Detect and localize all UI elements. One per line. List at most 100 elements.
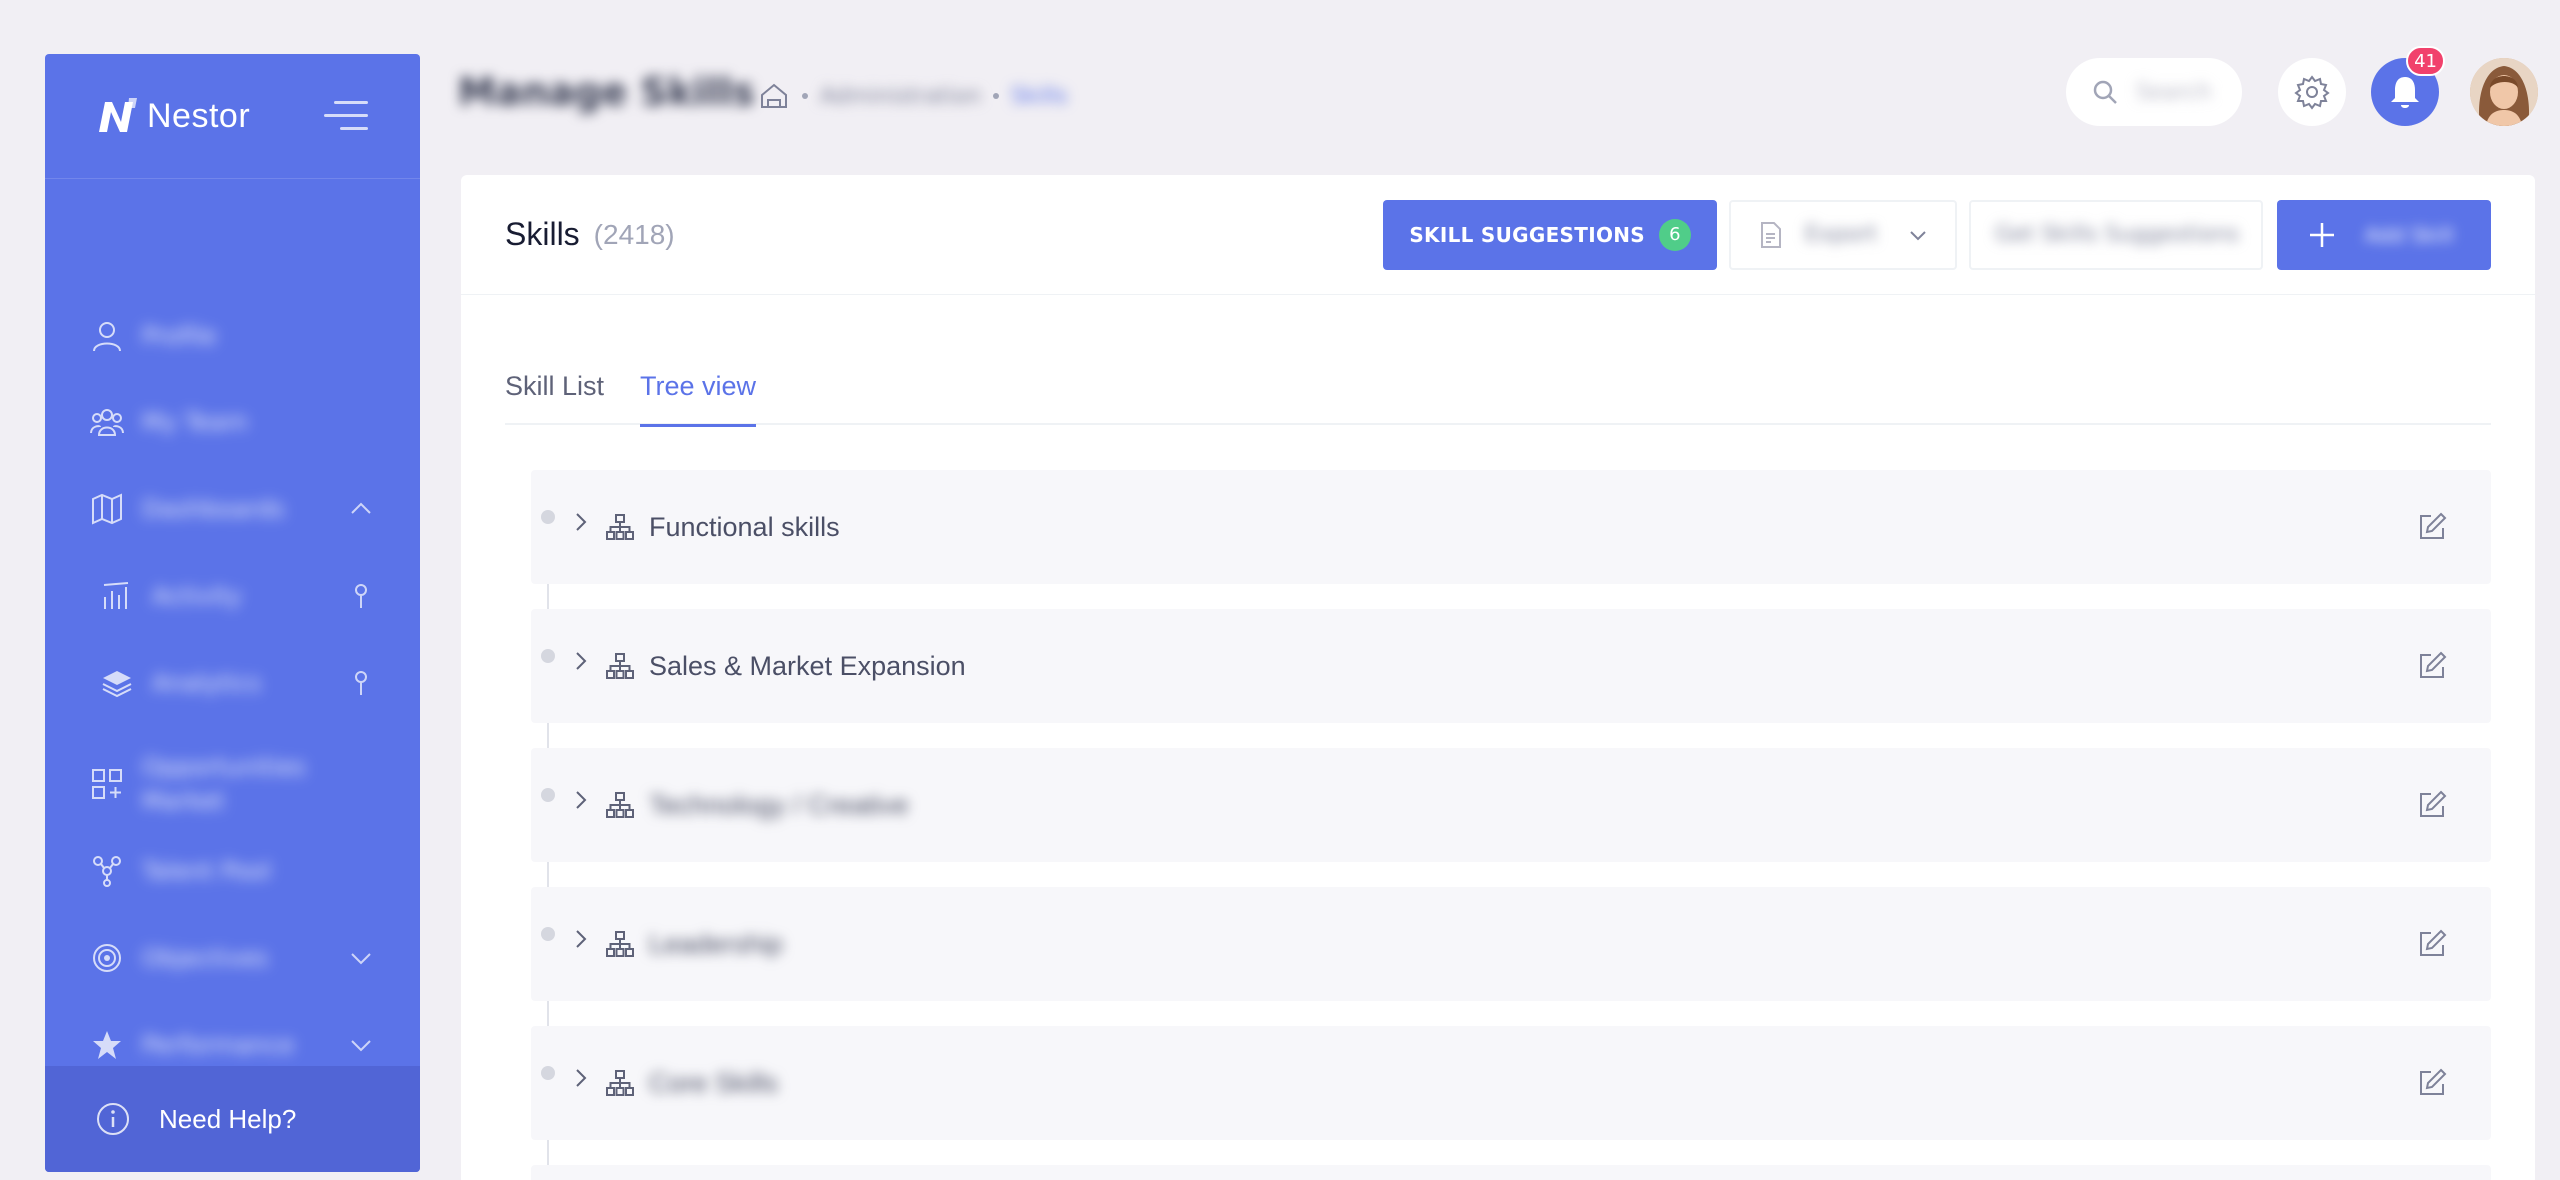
suggestions-count-badge: 6 <box>1659 218 1691 251</box>
chevron-right-icon[interactable] <box>569 927 593 951</box>
sidebar-item-label: Dashboards <box>142 495 285 523</box>
chevron-down-icon[interactable] <box>347 1031 375 1059</box>
tree-node-dot <box>541 1066 555 1080</box>
edit-icon[interactable] <box>2417 1068 2447 1098</box>
tree-node-partial[interactable] <box>531 1165 2491 1180</box>
edit-icon[interactable] <box>2417 929 2447 959</box>
skill-suggestions-label: SKILL SUGGESTIONS <box>1409 222 1645 247</box>
edit-icon[interactable] <box>2417 790 2447 820</box>
sidebar-item-my-team[interactable]: My Team <box>45 392 420 452</box>
pin-icon[interactable] <box>347 669 375 697</box>
tree-node[interactable]: Leadership <box>531 887 2491 1001</box>
breadcrumb-separator <box>802 93 808 99</box>
hierarchy-icon <box>606 514 634 540</box>
user-avatar-image <box>2470 58 2538 126</box>
skills-count: (2418) <box>593 218 675 250</box>
sidebar-item-label: Talent Pool <box>142 857 271 885</box>
tree-node-dot <box>541 927 555 941</box>
search-placeholder: Search <box>2136 79 2212 105</box>
gear-icon <box>2294 75 2330 110</box>
home-icon[interactable] <box>758 80 790 112</box>
sidebar-item-profile[interactable]: Profile <box>45 306 420 366</box>
breadcrumb-item[interactable]: Administration <box>820 84 981 109</box>
tree-node-label: Leadership <box>649 928 783 959</box>
sidebar-item-activity[interactable]: Activity <box>45 566 420 626</box>
notification-count-badge: 41 <box>2406 46 2445 76</box>
tree-node-dot <box>541 649 555 663</box>
map-icon <box>92 493 122 525</box>
apps-plus-icon <box>92 769 122 799</box>
layers-icon <box>102 671 132 698</box>
chevron-right-icon[interactable] <box>569 649 593 673</box>
tree-node-dot <box>541 788 555 802</box>
need-help-label: Need Help? <box>159 1103 297 1134</box>
sidebar-item-label: My Team <box>142 408 248 436</box>
pin-icon[interactable] <box>347 582 375 610</box>
search-button[interactable]: Search <box>2066 58 2242 126</box>
tree-node-label: Sales & Market Expansion <box>649 650 966 681</box>
export-dropdown[interactable]: Export <box>1729 199 1957 270</box>
file-export-icon <box>1761 221 1781 248</box>
bell-icon <box>2391 77 2419 108</box>
tab-tree-view[interactable]: Tree view <box>640 360 757 427</box>
hierarchy-icon <box>606 792 634 818</box>
chevron-right-icon[interactable] <box>569 1066 593 1090</box>
get-suggestions-button[interactable]: Get Skills Suggestions <box>1969 199 2263 270</box>
sidebar-item-label: Activity <box>152 582 242 610</box>
tree-node[interactable]: Functional skills <box>531 470 2491 584</box>
page-title: Manage Skills <box>458 70 755 114</box>
edit-icon[interactable] <box>2417 651 2447 681</box>
skill-suggestions-button[interactable]: SKILL SUGGESTIONS 6 <box>1383 199 1717 270</box>
sidebar: Nestor Profile My Team Dashboards Activi… <box>45 54 420 1172</box>
edit-icon[interactable] <box>2417 512 2447 542</box>
tree-node[interactable]: Sales & Market Expansion <box>531 609 2491 723</box>
tree-node-label: Functional skills <box>649 511 840 542</box>
hierarchy-icon <box>606 1070 634 1096</box>
tab-skill-list[interactable]: Skill List <box>505 360 604 425</box>
sidebar-item-label: Profile <box>142 322 217 350</box>
sidebar-item-analytics[interactable]: Analytics <box>45 653 420 713</box>
notifications-button[interactable]: 41 <box>2371 46 2445 126</box>
tree-node[interactable]: Core Skills <box>531 1026 2491 1140</box>
chevron-right-icon[interactable] <box>569 788 593 812</box>
settings-button[interactable] <box>2278 58 2346 126</box>
sidebar-item-talent-pool[interactable]: Talent Pool <box>45 841 420 901</box>
star-icon <box>93 1031 121 1059</box>
add-skill-button[interactable]: Add Skill <box>2277 199 2491 270</box>
brand-bar: Nestor <box>45 54 420 179</box>
card-title: Skills <box>505 216 580 252</box>
brand-name: Nestor <box>147 96 251 135</box>
network-icon <box>93 856 121 887</box>
tree-node-label: Technology / Creative <box>649 789 909 820</box>
search-icon <box>2093 80 2117 104</box>
breadcrumb-item-current: Skills <box>1010 83 1068 109</box>
view-tabs: Skill List Tree view <box>505 360 2491 427</box>
sidebar-item-label: Objectives <box>142 944 269 972</box>
plus-icon <box>2310 222 2334 247</box>
target-icon <box>93 944 121 972</box>
chevron-right-icon[interactable] <box>569 510 593 534</box>
hierarchy-icon <box>606 931 634 957</box>
tree-node[interactable]: Technology / Creative <box>531 748 2491 862</box>
info-icon <box>97 1103 129 1135</box>
team-icon <box>90 409 124 436</box>
sidebar-item-label: Opportunities Market <box>142 753 306 815</box>
user-icon <box>93 322 121 352</box>
sidebar-item-dashboards[interactable]: Dashboards <box>45 479 420 539</box>
need-help-button[interactable]: Need Help? <box>45 1066 420 1172</box>
chevron-down-icon <box>1910 230 1926 240</box>
get-suggestions-label: Get Skills Suggestions <box>1995 222 2240 247</box>
add-skill-label: Add Skill <box>2365 222 2454 247</box>
avatar[interactable] <box>2470 58 2538 126</box>
breadcrumb: Administration Skills <box>758 76 1068 116</box>
sidebar-item-label: Performance <box>142 1031 295 1059</box>
sidebar-item-objectives[interactable]: Objectives <box>45 928 420 988</box>
brand-logo[interactable]: Nestor <box>95 96 250 136</box>
sidebar-item-opportunities[interactable]: Opportunities Market <box>45 744 420 824</box>
chevron-down-icon[interactable] <box>347 944 375 972</box>
menu-toggle-icon[interactable] <box>322 97 370 135</box>
card-actions: SKILL SUGGESTIONS 6 Export Get Skills Su… <box>1383 199 2491 270</box>
chevron-up-icon[interactable] <box>347 495 375 523</box>
chart-icon <box>103 582 129 609</box>
tree-node-dot <box>541 510 555 524</box>
